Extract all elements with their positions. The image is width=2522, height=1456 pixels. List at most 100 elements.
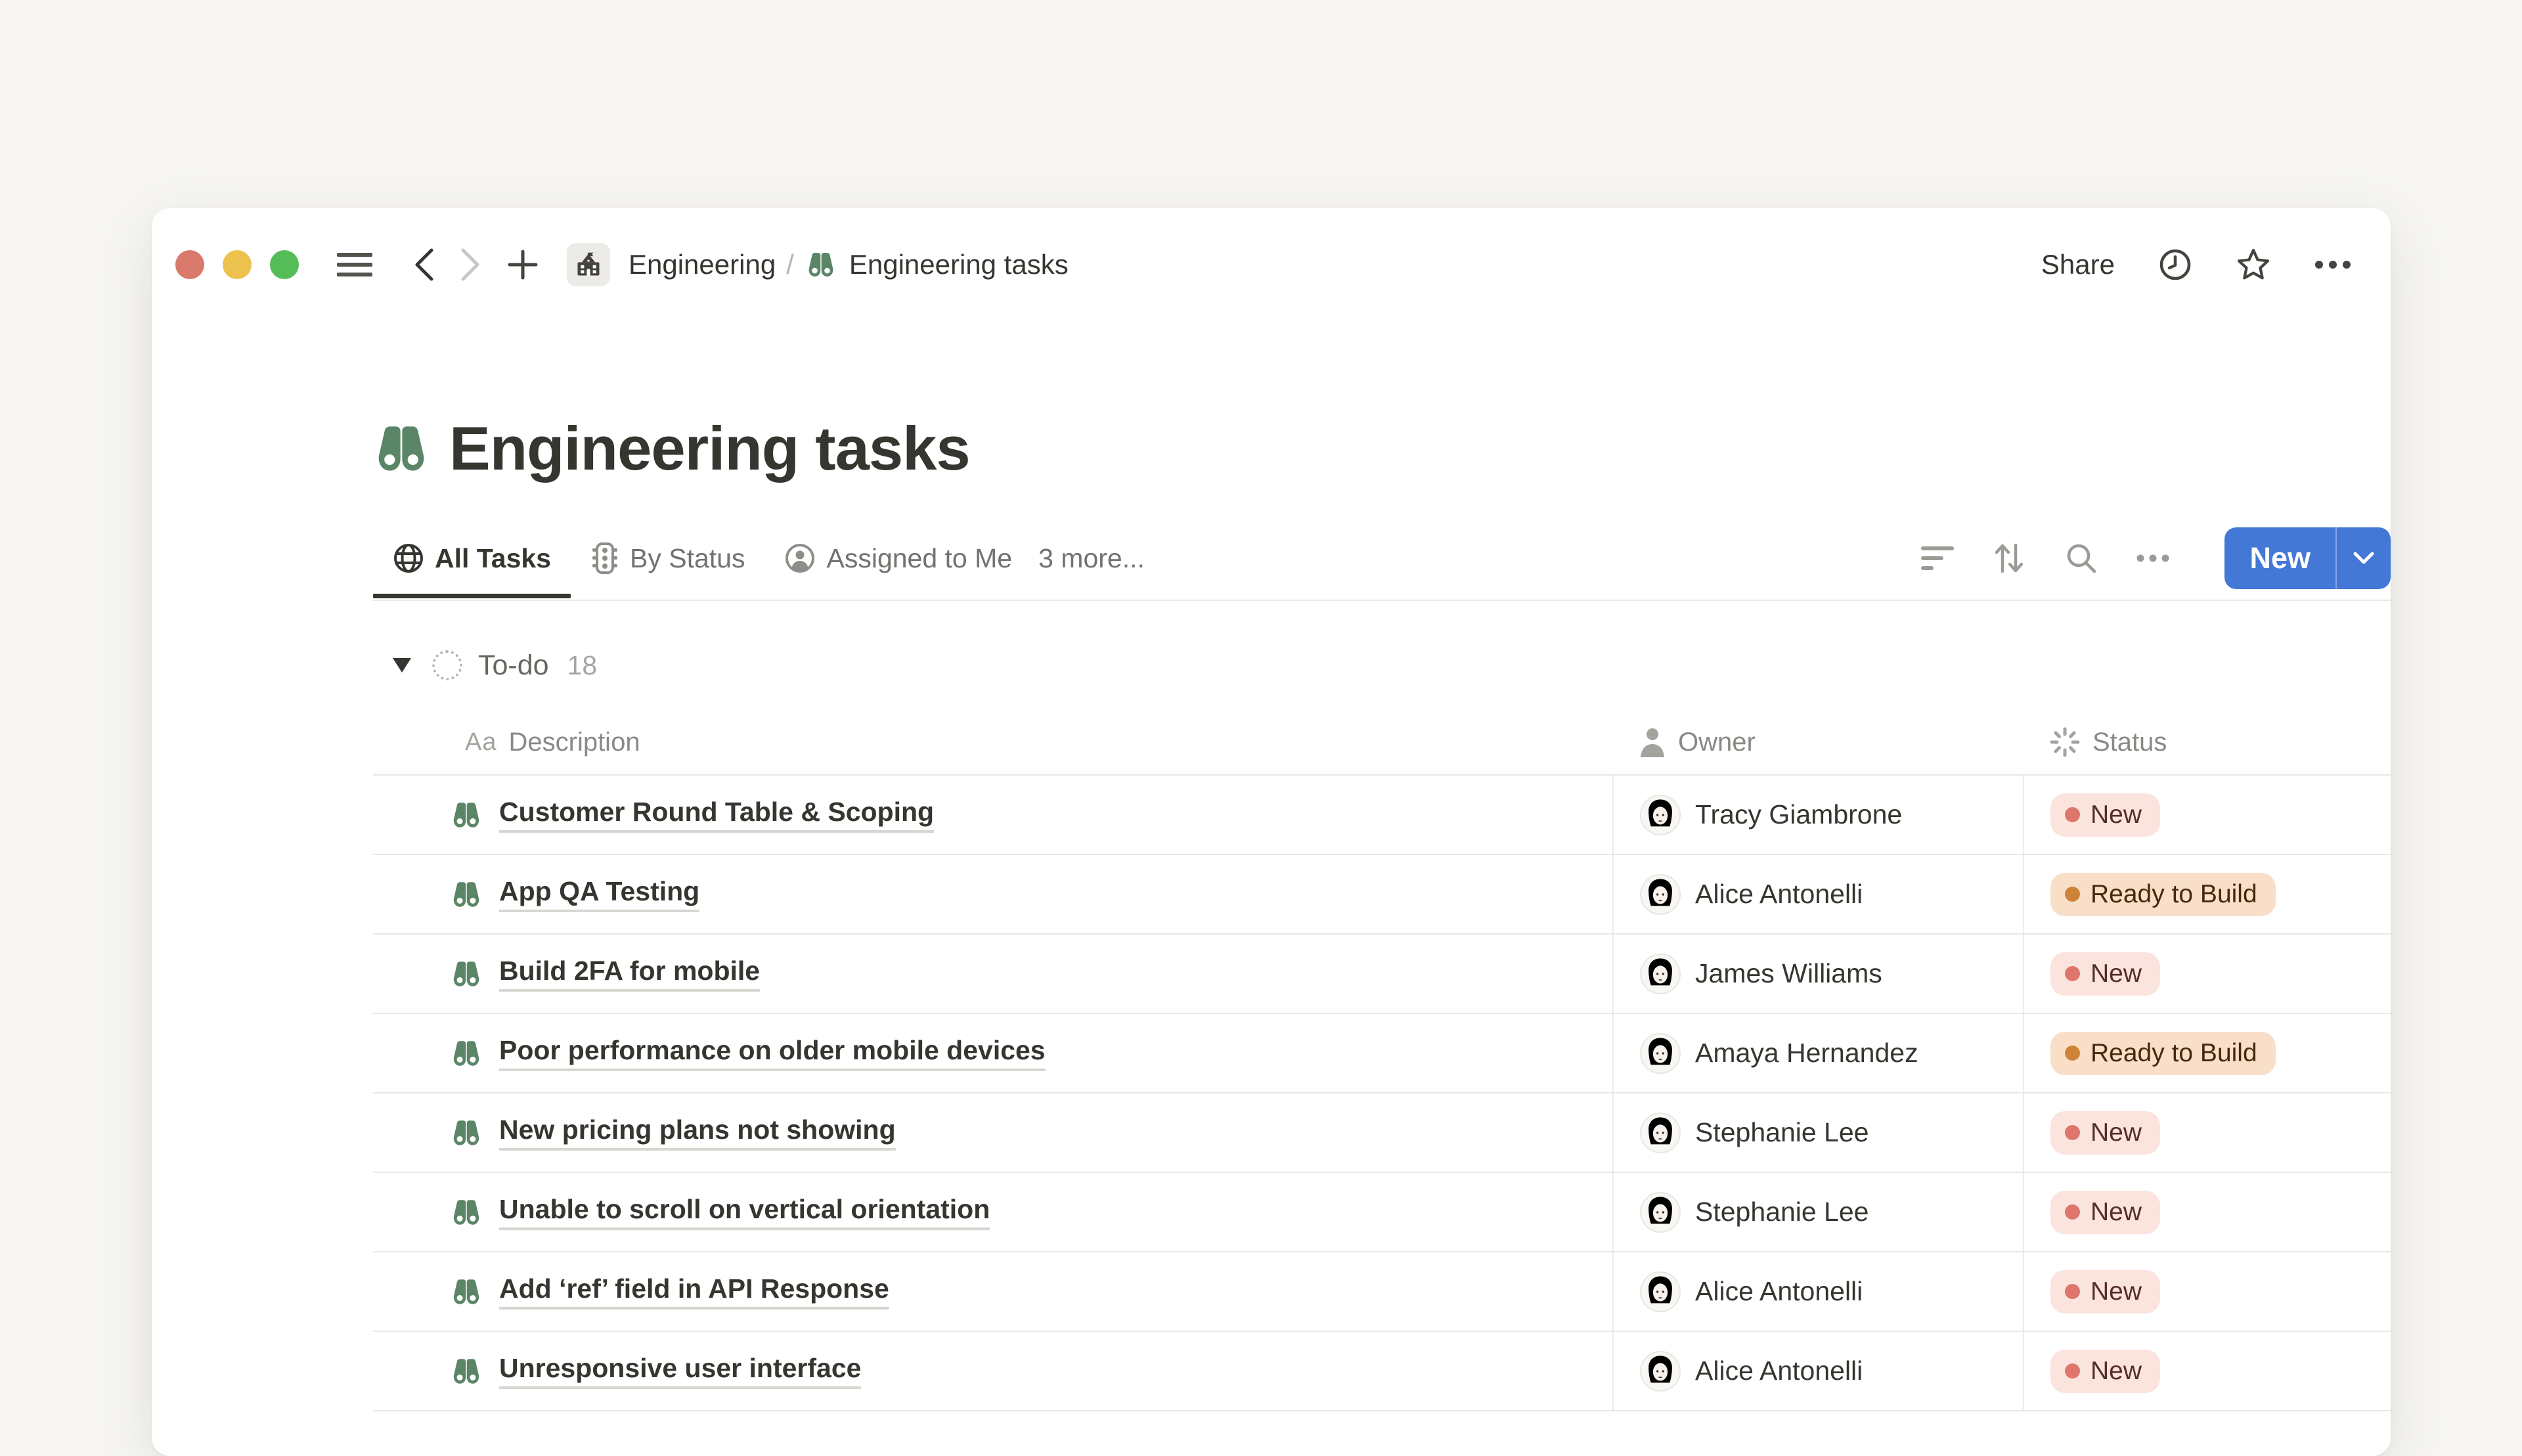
teamspace-icon[interactable] [567, 243, 610, 286]
view-options-icon[interactable] [2136, 554, 2169, 562]
status-cell[interactable]: New [2023, 1252, 2391, 1331]
status-cell[interactable]: Ready to Build [2023, 1014, 2391, 1092]
status-badge[interactable]: New [2050, 1270, 2160, 1313]
page-title[interactable]: Engineering tasks [449, 413, 970, 484]
status-label: New [2091, 1357, 2142, 1386]
description-cell[interactable]: Customer Round Table & Scoping [373, 776, 1612, 854]
app-window: Engineering / Engineering tasks Share [152, 208, 2391, 1456]
tab-label: Assigned to Me [826, 543, 1012, 574]
status-badge[interactable]: New [2050, 793, 2160, 837]
status-cell[interactable]: New [2023, 1332, 2391, 1410]
avatar [1640, 874, 1681, 915]
todo-status-circle-icon [432, 650, 462, 680]
group-header-todo[interactable]: To-do 18 [373, 639, 2391, 692]
column-header-status[interactable]: Status [2023, 710, 2391, 774]
forward-icon[interactable] [459, 248, 481, 282]
status-label: New [2091, 960, 2142, 988]
status-cell[interactable]: New [2023, 1173, 2391, 1251]
more-views-button[interactable]: 3 more... [1032, 531, 1161, 596]
status-badge[interactable]: New [2050, 952, 2160, 996]
share-button[interactable]: Share [2041, 249, 2115, 280]
table-row[interactable]: Poor performance on older mobile devices… [373, 1014, 2391, 1093]
column-label: Status [2092, 728, 2167, 757]
filter-icon[interactable] [1921, 545, 1954, 571]
column-header-owner[interactable]: Owner [1612, 710, 2023, 774]
binoculars-icon[interactable] [373, 420, 430, 477]
table-row[interactable]: App QA Testing Alice Antonelli Ready to … [373, 855, 2391, 935]
task-title[interactable]: New pricing plans not showing [499, 1114, 896, 1151]
status-badge[interactable]: New [2050, 1191, 2160, 1234]
description-cell[interactable]: Build 2FA for mobile [373, 935, 1612, 1013]
status-label: New [2091, 1118, 2142, 1147]
owner-cell[interactable]: Stephanie Lee [1612, 1093, 2023, 1172]
description-cell[interactable]: Add ‘ref’ field in API Response [373, 1252, 1612, 1331]
sort-icon[interactable] [1992, 541, 2026, 575]
status-cell[interactable]: New [2023, 1093, 2391, 1172]
owner-cell[interactable]: Tracy Giambrone [1612, 776, 2023, 854]
task-title[interactable]: Unable to scroll on vertical orientation [499, 1194, 990, 1230]
description-cell[interactable]: Unresponsive user interface [373, 1332, 1612, 1410]
status-badge[interactable]: New [2050, 1350, 2160, 1393]
view-tabbar: All Tasks By Status Assigned to Me 3 mor… [373, 527, 2391, 601]
task-title[interactable]: Build 2FA for mobile [499, 956, 760, 992]
favorite-star-icon[interactable] [2236, 248, 2271, 282]
description-cell[interactable]: App QA Testing [373, 855, 1612, 933]
group-count: 18 [567, 650, 598, 681]
table-row[interactable]: Unresponsive user interface Alice Antone… [373, 1332, 2391, 1411]
column-header-description[interactable]: Aa Description [373, 710, 1612, 774]
new-dropdown-button[interactable] [2335, 527, 2391, 589]
task-title[interactable]: Poor performance on older mobile devices [499, 1035, 1046, 1071]
owner-cell[interactable]: James Williams [1612, 935, 2023, 1013]
new-page-icon[interactable] [508, 250, 538, 280]
table-row[interactable]: Build 2FA for mobile James Williams New [373, 935, 2391, 1014]
new-button[interactable]: New [2224, 527, 2335, 589]
owner-cell[interactable]: Alice Antonelli [1612, 1332, 2023, 1410]
task-title[interactable]: App QA Testing [499, 876, 699, 912]
owner-cell[interactable]: Alice Antonelli [1612, 1252, 2023, 1331]
task-title[interactable]: Customer Round Table & Scoping [499, 797, 934, 833]
binoculars-icon [806, 250, 836, 280]
minimize-window-button[interactable] [223, 250, 252, 279]
zoom-window-button[interactable] [270, 250, 299, 279]
owner-cell[interactable]: Stephanie Lee [1612, 1173, 2023, 1251]
more-options-icon[interactable] [2314, 260, 2351, 269]
search-icon[interactable] [2064, 541, 2098, 575]
table-header-row: Aa Description Owner Status [373, 710, 2391, 776]
status-cell[interactable]: New [2023, 935, 2391, 1013]
breadcrumb-workspace[interactable]: Engineering [622, 245, 782, 284]
binoculars-icon [451, 1117, 482, 1149]
owner-cell[interactable]: Alice Antonelli [1612, 855, 2023, 933]
binoculars-icon [451, 799, 482, 831]
status-label: Ready to Build [2091, 1039, 2257, 1068]
status-badge[interactable]: Ready to Build [2050, 873, 2276, 916]
description-cell[interactable]: Unable to scroll on vertical orientation [373, 1173, 1612, 1251]
status-cell[interactable]: Ready to Build [2023, 855, 2391, 933]
description-cell[interactable]: New pricing plans not showing [373, 1093, 1612, 1172]
table-row[interactable]: Customer Round Table & Scoping Tracy Gia… [373, 776, 2391, 855]
table-row[interactable]: Add ‘ref’ field in API Response Alice An… [373, 1252, 2391, 1332]
avatar [1640, 1113, 1681, 1153]
collapse-triangle-icon[interactable] [391, 657, 412, 674]
table-row[interactable]: New pricing plans not showing Stephanie … [373, 1093, 2391, 1173]
breadcrumb-page[interactable]: Engineering tasks [843, 245, 1075, 284]
tab-assigned-to-me[interactable]: Assigned to Me [764, 530, 1032, 597]
status-badge[interactable]: New [2050, 1111, 2160, 1155]
description-cell[interactable]: Poor performance on older mobile devices [373, 1014, 1612, 1092]
back-icon[interactable] [413, 248, 435, 282]
status-badge[interactable]: Ready to Build [2050, 1032, 2276, 1075]
task-title[interactable]: Unresponsive user interface [499, 1353, 861, 1389]
person-icon [1639, 727, 1666, 757]
updates-clock-icon[interactable] [2158, 248, 2192, 282]
status-cell[interactable]: New [2023, 776, 2391, 854]
tab-by-status[interactable]: By Status [571, 530, 764, 597]
binoculars-icon [451, 1356, 482, 1387]
owner-cell[interactable]: Amaya Hernandez [1612, 1014, 2023, 1092]
status-dot-icon [2065, 807, 2080, 822]
table-row[interactable]: Unable to scroll on vertical orientation… [373, 1173, 2391, 1252]
tab-all-tasks[interactable]: All Tasks [373, 530, 571, 597]
avatar [1640, 1351, 1681, 1392]
status-label: New [2091, 1198, 2142, 1227]
close-window-button[interactable] [175, 250, 204, 279]
task-title[interactable]: Add ‘ref’ field in API Response [499, 1273, 889, 1310]
sidebar-menu-icon[interactable] [337, 250, 372, 279]
